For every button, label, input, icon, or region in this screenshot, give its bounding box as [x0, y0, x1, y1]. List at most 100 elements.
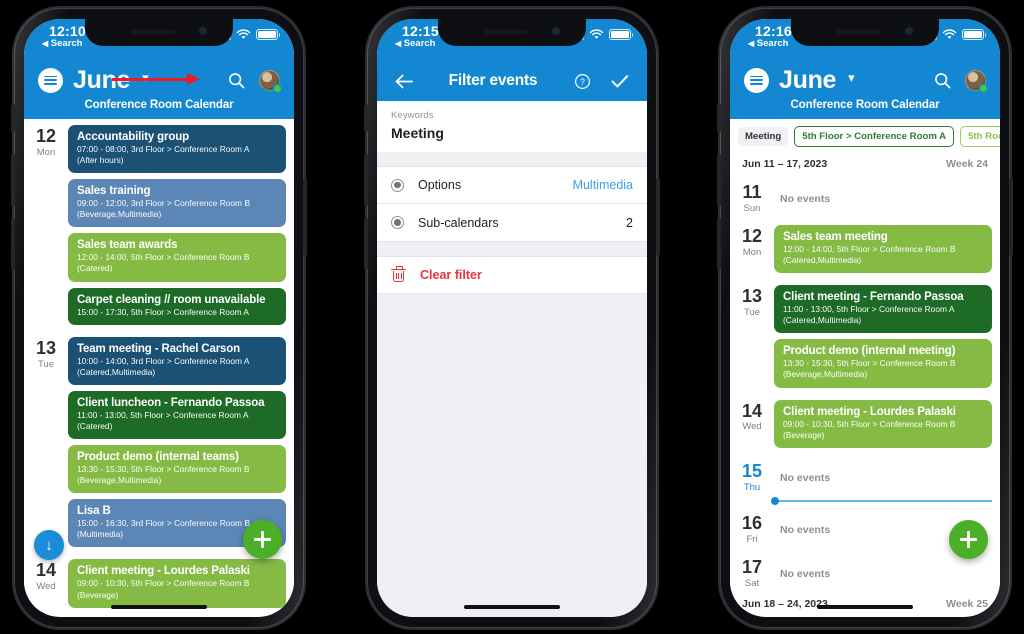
day-number: 12 [741, 226, 763, 246]
wifi-icon [236, 29, 251, 39]
day-column[interactable]: 12 Mon [730, 219, 774, 258]
event-details: 12:00 - 14:00, 5th Floor > Conference Ro… [77, 252, 250, 274]
search-icon[interactable] [929, 67, 955, 93]
add-event-button[interactable] [243, 520, 282, 559]
day-weekday: Mon [36, 146, 56, 158]
event-card[interactable]: Sales team meeting 12:00 - 14:00, 5th Flo… [774, 225, 992, 274]
event-card[interactable]: Team meeting - Rachel Carson 10:00 - 14:0… [68, 336, 286, 385]
power-button[interactable] [1009, 178, 1013, 256]
power-button[interactable] [656, 178, 660, 256]
event-details: 10:00 - 14:00, 3rd Floor > Conference Ro… [77, 355, 250, 377]
active-filter-chips[interactable]: Meeting 5th Floor > Conference Room A 5th … [730, 119, 1000, 154]
filter-option-row[interactable]: Options Multimedia [377, 166, 647, 204]
trash-icon [391, 266, 406, 283]
volume-down-button[interactable] [11, 218, 15, 270]
day-column[interactable]: 11 Sun [730, 175, 774, 214]
day-number: 11 [742, 182, 762, 202]
online-status-dot [274, 84, 281, 92]
home-indicator[interactable] [464, 604, 560, 609]
home-indicator[interactable] [817, 604, 913, 609]
event-details: 13:30 - 15:30, 5th Floor > Conference Ro… [77, 464, 250, 486]
event-card[interactable]: Client meeting - Lourdes Palaski 09:00 - … [774, 399, 992, 448]
day-column[interactable]: 13 Tue [24, 331, 68, 369]
filter-option-value: Multimedia [572, 178, 633, 192]
day-events: Client meeting - Fernando Passoa 11:00 - … [774, 279, 992, 393]
event-details: 09:00 - 10:30, 5th Floor > Conference Ro… [783, 418, 956, 440]
event-title: Sales training [77, 185, 151, 198]
no-events-label: No events [780, 193, 831, 205]
day-column[interactable]: 12 Mon [24, 119, 68, 158]
volume-down-button[interactable] [364, 218, 368, 270]
volume-up-button[interactable] [717, 154, 721, 206]
filter-option-row[interactable]: Sub-calendars 2 [377, 204, 647, 242]
avatar[interactable] [965, 69, 987, 92]
chevron-down-icon[interactable]: ▾ [848, 70, 855, 86]
event-card[interactable]: Accountability group 07:00 - 08:00, 3rd F… [68, 125, 286, 174]
event-details: 09:00 - 12:00, 3rd Floor > Conference Ro… [77, 198, 250, 220]
day-column[interactable]: 14 Wed [730, 394, 774, 432]
current-time-indicator [771, 496, 992, 505]
agenda-day-row: 13 Tue Team meeting - Rachel Carson 10:00 -… [24, 331, 294, 554]
question-mark-circle-icon[interactable]: ? [569, 68, 595, 94]
event-title: Client luncheon - Fernando Passoa [77, 396, 265, 409]
volume-up-button[interactable] [364, 154, 368, 206]
event-title: Client meeting - Lourdes Palaski [77, 565, 250, 578]
keywords-value[interactable]: Meeting [391, 125, 633, 141]
earpiece-speaker [484, 30, 528, 34]
search-icon[interactable] [223, 67, 249, 93]
page-title[interactable]: June [779, 67, 836, 93]
event-card[interactable]: Product demo (internal teams) 13:30 - 15:… [68, 445, 286, 494]
day-column[interactable]: 17 Sat [730, 550, 774, 588]
confirm-filter-button[interactable] [607, 68, 633, 94]
avatar[interactable] [259, 69, 281, 92]
volume-down-button[interactable] [717, 218, 721, 270]
keywords-field[interactable]: Keywords Meeting [377, 101, 647, 152]
wifi-icon [942, 29, 957, 39]
hamburger-menu-icon[interactable] [744, 67, 769, 93]
week-date-range: Jun 18 – 24, 2023 [742, 597, 828, 610]
day-number: 16 [741, 512, 763, 533]
header-row: June ▾ [24, 61, 294, 99]
battery-icon [609, 29, 634, 40]
battery-icon [256, 29, 281, 40]
day-column[interactable]: 16 Fri [730, 506, 774, 544]
event-card[interactable]: Product demo (internal meeting) 13:30 - 1… [774, 339, 992, 388]
event-card[interactable]: Client luncheon - Fernando Passoa 11:00 -… [68, 390, 286, 440]
event-title: Sales team meeting [783, 231, 888, 243]
filter-chip[interactable]: 5th Roo [960, 126, 1000, 147]
back-button[interactable] [391, 68, 417, 94]
silent-switch[interactable] [717, 104, 721, 132]
hamburger-menu-icon[interactable] [38, 67, 63, 93]
clear-filter-row[interactable]: Clear filter [377, 256, 647, 294]
radio-button-icon[interactable] [391, 178, 404, 192]
add-event-button[interactable] [949, 520, 988, 559]
filter-chip[interactable]: 5th Floor > Conference Room A [794, 126, 955, 147]
event-details: 12:00 - 14:00, 5th Floor > Conference Ro… [783, 244, 956, 266]
battery-icon [962, 29, 987, 40]
home-indicator[interactable] [111, 604, 207, 609]
agenda-day-row: 14 Wed Client meeting - Lourdes Palaski 09:… [730, 394, 1000, 454]
event-card[interactable]: Sales training 09:00 - 12:00, 3rd Floor >… [68, 179, 286, 228]
silent-switch[interactable] [364, 104, 368, 132]
event-details: 09:00 - 10:30, 5th Floor > Conference Ro… [77, 578, 250, 600]
day-column[interactable]: 15 Thu [730, 454, 774, 492]
day-number: 17 [741, 556, 763, 577]
silent-switch[interactable] [11, 104, 15, 132]
calendar-subtitle: Conference Room Calendar [790, 99, 940, 111]
event-card[interactable]: Carpet cleaning // room unavailable 15:00… [68, 287, 286, 325]
volume-up-button[interactable] [11, 154, 15, 206]
power-button[interactable] [303, 178, 307, 256]
filter-chip[interactable]: Meeting [738, 127, 789, 146]
event-card[interactable]: Sales team awards 12:00 - 14:00, 5th Floo… [68, 233, 286, 282]
day-number: 12 [35, 126, 57, 146]
agenda-day-row: 13 Tue Client meeting - Fernando Passoa 11:… [730, 279, 1000, 393]
radio-button-icon[interactable] [391, 216, 404, 229]
day-column[interactable]: 13 Tue [730, 279, 774, 318]
event-details: 07:00 - 08:00, 3rd Floor > Conference Ro… [77, 144, 250, 166]
event-card[interactable]: Client meeting - Lourdes Palaski 09:00 - … [68, 559, 286, 608]
event-title: Sales team awards [77, 239, 178, 252]
event-card[interactable]: Client meeting - Fernando Passoa 11:00 - … [774, 285, 992, 334]
scroll-to-today-button[interactable]: ↓ [34, 530, 64, 560]
agenda-day-row: 15 Thu No events [730, 454, 1000, 498]
